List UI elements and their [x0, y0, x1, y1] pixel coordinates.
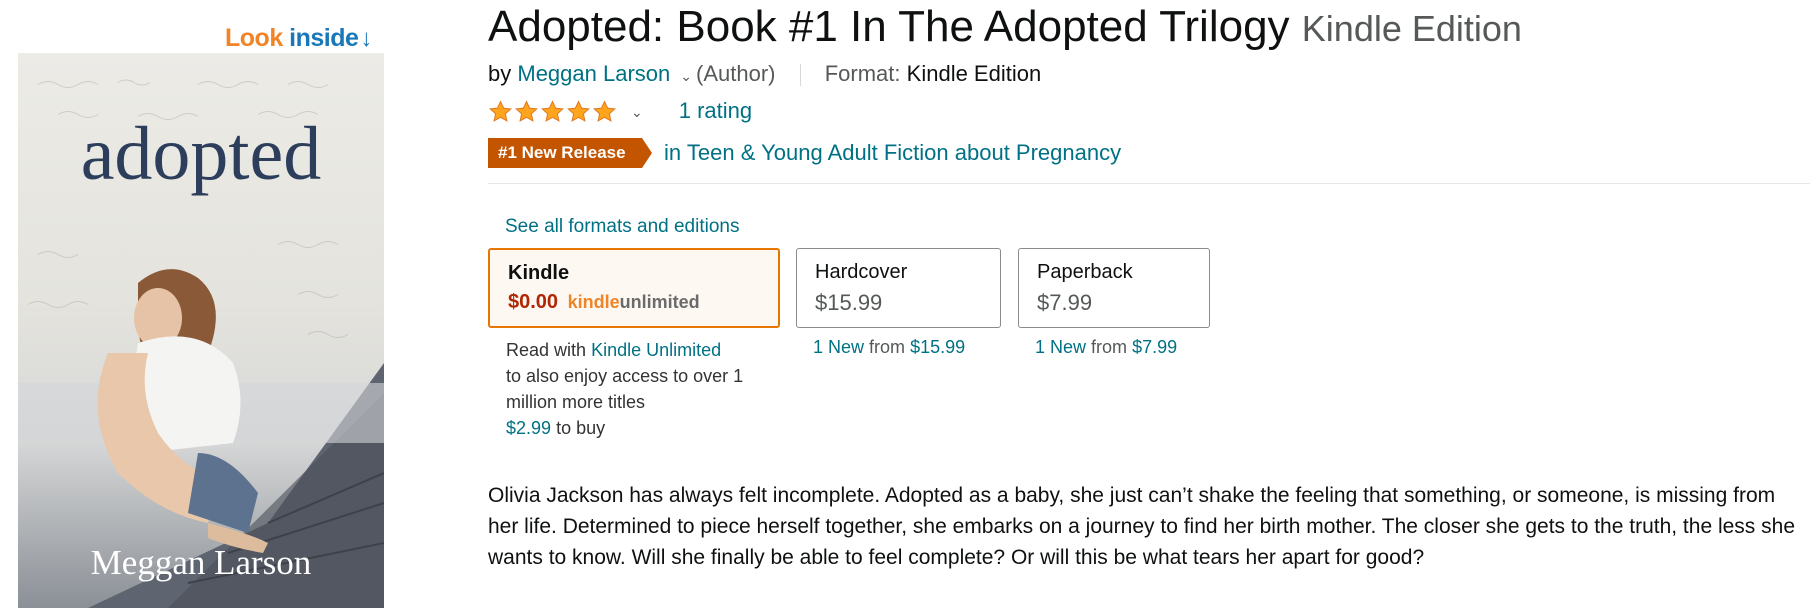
byline-separator [799, 64, 801, 87]
rating-count-link[interactable]: 1 rating [679, 98, 752, 123]
ku-unlimited-text: unlimited [619, 292, 700, 312]
star-rating[interactable] [488, 100, 617, 124]
format-kindle[interactable]: Kindle $0.00 kindleunlimited [488, 248, 780, 328]
kindle-buy-suffix: to buy [556, 418, 606, 438]
format-kindle-price: $0.00 [508, 291, 559, 313]
kindle-unlimited-logo: kindleunlimited [568, 292, 700, 312]
down-arrow-icon: ↓ [360, 25, 372, 52]
format-paperback[interactable]: Paperback $7.99 [1018, 248, 1210, 328]
cover-title: adopted [80, 112, 322, 196]
product-title: Adopted: Book #1 In The Adopted Trilogy … [488, 2, 1522, 52]
product-edition: Kindle Edition [1301, 8, 1522, 49]
paperback-new-link[interactable]: 1 New [1035, 337, 1086, 357]
star-icon [593, 100, 616, 123]
paperback-from-price[interactable]: $7.99 [1132, 337, 1177, 357]
format-paperback-price: $7.99 [1037, 290, 1093, 315]
paperback-from-label: from [1091, 337, 1128, 357]
author-role: (Author) [696, 61, 776, 86]
kindle-unlimited-link[interactable]: Kindle Unlimited [591, 340, 721, 360]
section-divider [488, 183, 1810, 184]
look-inside-word1: Look [225, 24, 283, 52]
format-kindle-price-row: $0.00 kindleunlimited [508, 291, 760, 314]
format-label: Format: [824, 61, 901, 86]
byline: by Meggan Larson ⌄ (Author) Format: Kindle… [488, 61, 1041, 87]
look-inside-button[interactable]: Look inside↓ [225, 24, 372, 53]
book-cover-image[interactable]: adopted Meggan Larson [18, 53, 384, 608]
badge-category-link[interactable]: in Teen & Young Adult Fiction about Preg… [664, 140, 1121, 165]
product-title-text: Adopted: Book #1 In The Adopted Trilogy [488, 2, 1290, 51]
star-icon [567, 100, 590, 123]
kindle-buy-price-link[interactable]: $2.99 [506, 418, 551, 438]
ku-info-line3: million more titles [506, 392, 646, 412]
format-paperback-name: Paperback [1037, 261, 1133, 283]
format-hardcover[interactable]: Hardcover $15.99 [796, 248, 1001, 328]
hardcover-from-price[interactable]: $15.99 [910, 337, 965, 357]
star-icon [515, 100, 538, 123]
ku-kindle-text: kindle [567, 292, 620, 312]
format-value: Kindle Edition [906, 61, 1042, 86]
cover-author: Meggan Larson [90, 543, 312, 582]
new-release-badge[interactable]: #1 New Release [488, 138, 652, 168]
ku-info-line2: to also enjoy access to over 1 [506, 366, 744, 386]
look-inside-word2: inside [289, 24, 359, 52]
author-link[interactable]: Meggan Larson [517, 61, 670, 86]
star-icon [541, 100, 564, 123]
format-hardcover-price: $15.99 [815, 290, 883, 315]
read-with-label: Read with [506, 340, 587, 360]
format-hardcover-name: Hardcover [815, 261, 908, 283]
kindle-unlimited-info: Read with Kindle Unlimited to also enjoy… [506, 337, 743, 441]
hardcover-offers: 1 New from $15.99 [813, 337, 965, 358]
rating-row: ⌄ 1 rating [488, 98, 752, 124]
paperback-offers: 1 New from $7.99 [1035, 337, 1177, 358]
format-kindle-name: Kindle [508, 262, 570, 284]
by-label: by [488, 61, 512, 86]
star-icon [489, 100, 512, 123]
see-all-formats-link[interactable]: See all formats and editions [505, 216, 739, 238]
best-seller-badge-row: #1 New Release in Teen & Young Adult Fic… [488, 138, 1121, 168]
chevron-down-icon[interactable]: ⌄ [631, 104, 643, 120]
hardcover-from-label: from [869, 337, 906, 357]
hardcover-new-link[interactable]: 1 New [813, 337, 864, 357]
book-description: Olivia Jackson has always felt incomplet… [488, 484, 1795, 569]
chevron-down-icon[interactable]: ⌄ [680, 68, 692, 84]
